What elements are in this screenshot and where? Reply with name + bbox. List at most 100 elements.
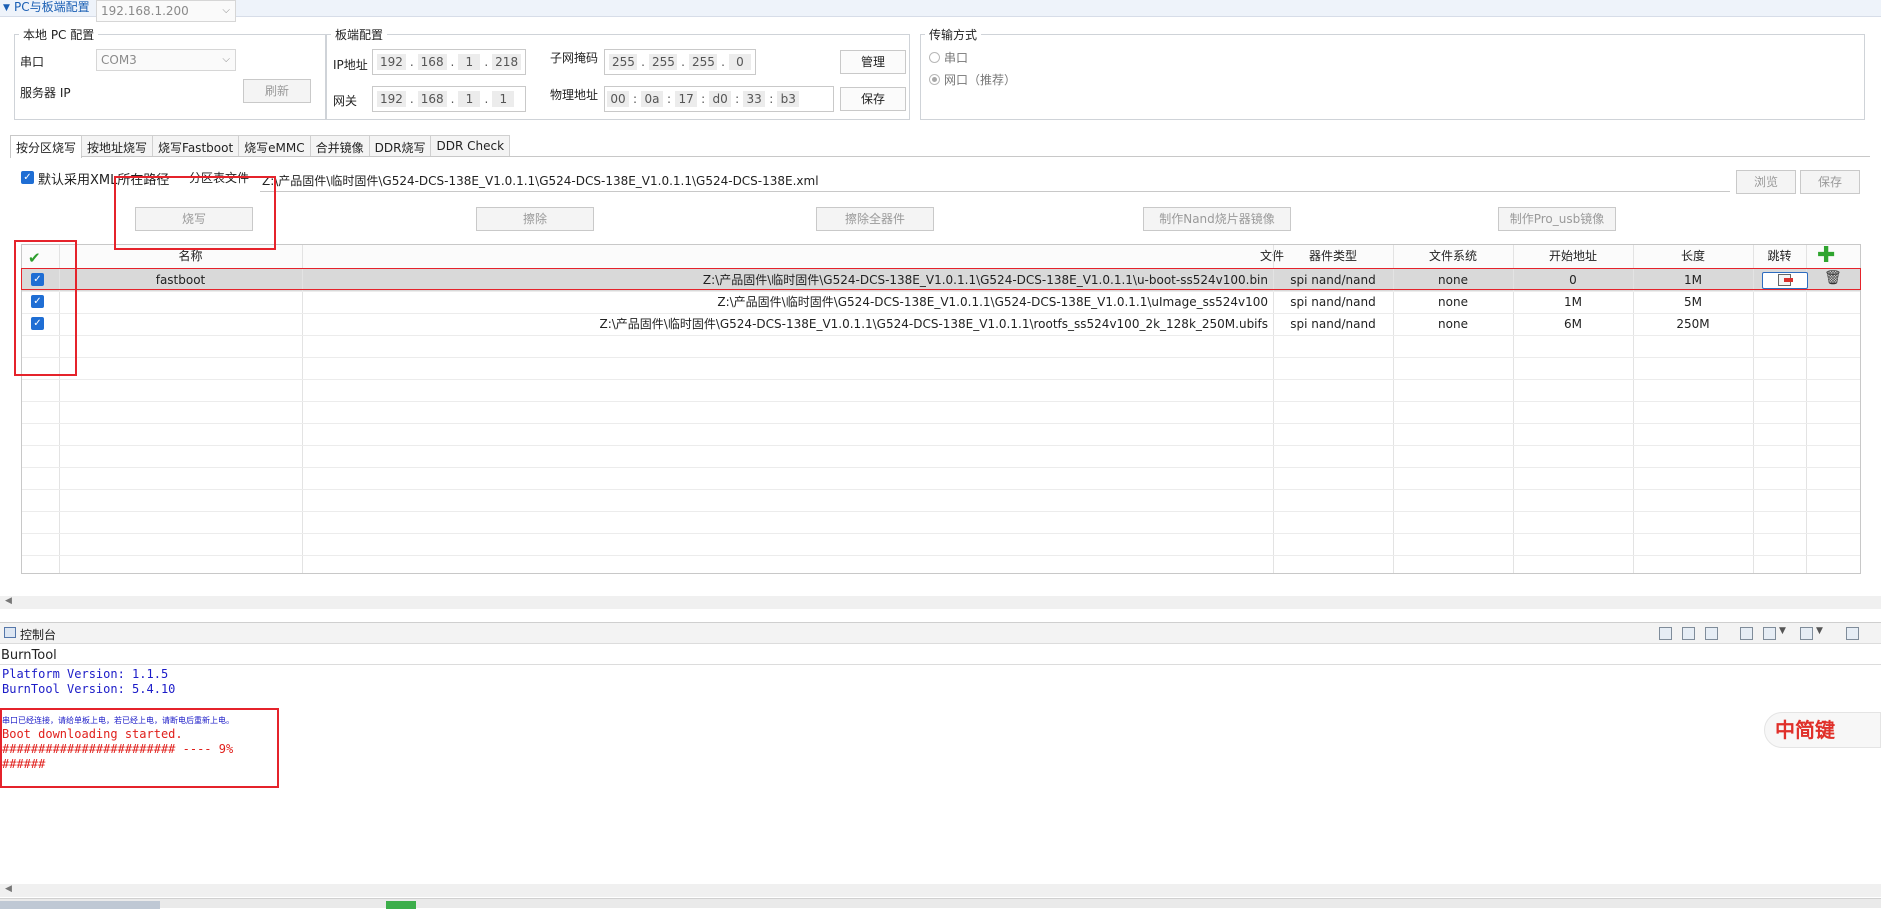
console-icon xyxy=(4,627,16,638)
radio-off-icon xyxy=(929,52,940,63)
tab-merge-image[interactable]: 合并镜像 xyxy=(309,135,370,156)
ip-octet: 218 xyxy=(492,54,522,70)
subnet-mask-label: 子网掩码 xyxy=(550,51,599,65)
transport-network-label: 网口（推荐） xyxy=(944,73,1017,87)
scroll-lock-icon[interactable] xyxy=(1682,627,1695,640)
word-wrap-icon[interactable] xyxy=(1705,627,1718,640)
clear-console-icon[interactable] xyxy=(1659,627,1672,640)
gateway-octet: 192 xyxy=(377,91,406,107)
ip-octet: 1 xyxy=(458,54,481,70)
header-start-address: 开始地址 xyxy=(1548,249,1597,263)
annotation-box-selected-row xyxy=(21,268,1861,290)
mac-address-input[interactable]: 00: 0a: 17: d0: 33: b3 xyxy=(604,86,834,112)
ip-octet: 192 xyxy=(377,54,406,70)
section-title: PC与板端配置 xyxy=(14,0,90,14)
row-file-system: none xyxy=(1438,317,1468,331)
row-device-type: spi nand/nand xyxy=(1290,317,1376,331)
chevron-down-icon[interactable]: ▼ xyxy=(1816,626,1823,636)
tab-burn-fastboot[interactable]: 烧写Fastboot xyxy=(152,135,240,156)
board-save-button[interactable]: 保存 xyxy=(840,87,906,111)
section-header[interactable]: ▼ PC与板端配置 xyxy=(0,0,1881,17)
open-console-icon[interactable] xyxy=(1800,627,1813,640)
scroll-left-icon[interactable]: ◀ xyxy=(5,596,12,606)
watermark-badge: 中简键 xyxy=(1764,712,1881,748)
console-title: BurnTool xyxy=(1,648,57,663)
serial-port-select[interactable]: COM3 ⌵ xyxy=(96,49,236,71)
mac-address-label: 物理地址 xyxy=(550,88,599,102)
row-start-address: 1M xyxy=(1564,295,1582,309)
mask-octet: 255 xyxy=(649,54,678,70)
scroll-left-icon[interactable]: ◀ xyxy=(5,884,12,894)
row-file: Z:\产品固件\临时固件\G524-DCS-138E_V1.0.1.1\G524… xyxy=(717,295,1268,309)
table-horizontal-scrollbar[interactable]: ◀ xyxy=(0,596,1881,609)
partition-save-button[interactable]: 保存 xyxy=(1800,170,1860,194)
console-info-line: Platform Version: 1.1.5 xyxy=(2,667,169,681)
transport-group: 传输方式 xyxy=(920,26,1865,120)
mac-octet: 33 xyxy=(743,91,766,107)
add-row-icon[interactable]: ✚ xyxy=(1817,245,1835,267)
transport-serial-label: 串口 xyxy=(944,51,969,65)
mac-octet: d0 xyxy=(709,91,732,107)
row-length: 250M xyxy=(1676,317,1710,331)
tab-ddr-check[interactable]: DDR Check xyxy=(430,135,511,156)
display-console-icon[interactable] xyxy=(1763,627,1776,640)
manage-button[interactable]: 管理 xyxy=(840,50,906,74)
header-jump: 跳转 xyxy=(1767,249,1792,263)
serial-label: 串口 xyxy=(20,55,45,69)
console-horizontal-scrollbar[interactable]: ◀ xyxy=(0,884,1881,897)
mac-octet: 17 xyxy=(675,91,698,107)
mask-octet: 255 xyxy=(689,54,718,70)
header-device-type: 器件类型 xyxy=(1308,249,1357,263)
refresh-button[interactable]: 刷新 xyxy=(243,79,311,103)
ip-address-input[interactable]: 192. 168. 1. 218 xyxy=(372,49,526,75)
local-pc-config-group: 本地 PC 配置 xyxy=(14,26,326,120)
tab-by-address[interactable]: 按地址烧写 xyxy=(81,135,154,156)
tab-ddr-burn[interactable]: DDR烧写 xyxy=(368,135,432,156)
transport-legend: 传输方式 xyxy=(929,28,978,42)
tab-burn-emmc[interactable]: 烧写eMMC xyxy=(238,135,311,156)
erase-all-button[interactable]: 擦除全器件 xyxy=(816,207,934,231)
row-start-address: 6M xyxy=(1564,317,1582,331)
make-nand-image-button[interactable]: 制作Nand烧片器镜像 xyxy=(1143,207,1291,231)
annotation-box-checkboxes xyxy=(14,240,77,376)
gateway-octet: 1 xyxy=(458,91,481,107)
console-log-line: Boot downloading started. xyxy=(2,727,183,741)
console-log-line: ###### xyxy=(2,757,46,771)
server-ip-label: 服务器 IP xyxy=(20,86,71,100)
board-config-legend: 板端配置 xyxy=(335,28,384,42)
ip-address-label: IP地址 xyxy=(333,58,368,72)
default-xml-checkbox[interactable]: ✓ xyxy=(21,171,34,184)
minimize-icon[interactable] xyxy=(1846,627,1859,640)
chevron-down-icon[interactable]: ▼ xyxy=(1779,626,1786,636)
collapse-triangle-icon: ▼ xyxy=(3,3,10,13)
make-prousb-image-button[interactable]: 制作Pro_usb镜像 xyxy=(1498,207,1616,231)
table-header: ✔ 名称 文件 器件类型 文件系统 开始地址 长度 跳转 ✚ xyxy=(22,245,1860,269)
header-length: 长度 xyxy=(1680,249,1705,263)
pin-console-icon[interactable] xyxy=(1740,627,1753,640)
xml-path-input[interactable]: Z:\产品固件\临时固件\G524-DCS-138E_V1.0.1.1\G524… xyxy=(260,170,1730,192)
gateway-octet: 168 xyxy=(417,91,447,107)
row-device-type: spi nand/nand xyxy=(1290,295,1376,309)
transport-network-radio[interactable]: 网口（推荐） xyxy=(929,71,1016,88)
console-tab-label[interactable]: 控制台 xyxy=(20,626,56,643)
gateway-label: 网关 xyxy=(333,94,358,108)
partition-table: ✔ 名称 文件 器件类型 文件系统 开始地址 长度 跳转 ✚ ✓ fastboo… xyxy=(21,244,1861,574)
subnet-mask-input[interactable]: 255. 255. 255. 0 xyxy=(604,49,756,75)
radio-on-icon xyxy=(929,74,940,85)
chevron-down-icon: ⌵ xyxy=(222,5,230,16)
browse-button[interactable]: 浏览 xyxy=(1736,170,1796,194)
header-file: 文件 xyxy=(1259,249,1284,263)
server-ip-value: 192.168.1.200 xyxy=(101,4,189,18)
row-file: Z:\产品固件\临时固件\G524-DCS-138E_V1.0.1.1\G524… xyxy=(599,317,1268,331)
console-notice: 串口已经连接，请给单板上电，若已经上电，请断电后重新上电。 xyxy=(2,716,234,725)
gateway-input[interactable]: 192. 168. 1. 1 xyxy=(372,86,526,112)
console-info-line: BurnTool Version: 5.4.10 xyxy=(2,682,176,696)
server-ip-select[interactable]: 192.168.1.200 ⌵ xyxy=(96,0,236,22)
mac-octet: 0a xyxy=(641,91,664,107)
mac-octet: b3 xyxy=(777,91,800,107)
row-length: 5M xyxy=(1684,295,1702,309)
console-toolbar: 控制台 ▼ ▼ xyxy=(0,622,1881,644)
tab-by-partition[interactable]: 按分区烧写 xyxy=(10,135,83,158)
erase-button[interactable]: 擦除 xyxy=(476,207,594,231)
transport-serial-radio[interactable]: 串口 xyxy=(929,49,968,66)
